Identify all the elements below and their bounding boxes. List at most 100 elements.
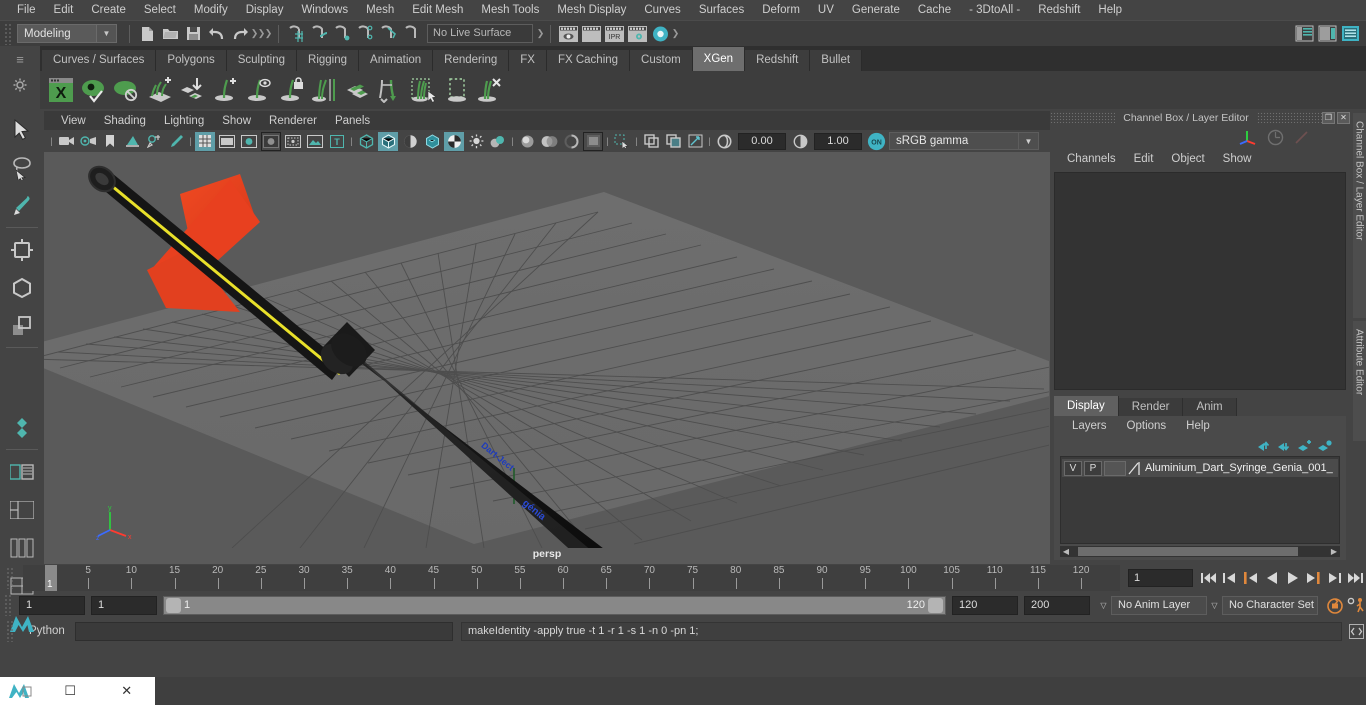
- current-frame-field[interactable]: 1: [1128, 569, 1193, 587]
- maya-app-icon[interactable]: [0, 681, 42, 701]
- animation-end-field[interactable]: 200: [1024, 595, 1090, 615]
- rotate-tool-icon[interactable]: [2, 269, 42, 306]
- shelf-tabs-menu-icon[interactable]: ≡: [0, 46, 40, 72]
- chevron-down-icon[interactable]: ▼: [1019, 132, 1039, 150]
- shelf-tab-fx[interactable]: FX: [509, 50, 547, 71]
- time-slider-grip[interactable]: [6, 567, 15, 589]
- menu-mesh-tools[interactable]: Mesh Tools: [472, 0, 548, 20]
- screen-space-ao-icon[interactable]: [517, 132, 537, 151]
- 3d-viewport[interactable]: génia Dart-Ject y x z persp: [44, 152, 1050, 564]
- menu-deform[interactable]: Deform: [753, 0, 809, 20]
- display-layer-list[interactable]: V P Aluminium_Dart_Syringe_Genia_001_: [1060, 456, 1340, 544]
- scroll-left-arrow-icon[interactable]: ◀: [1060, 547, 1072, 556]
- sidebar-toggle-icon[interactable]: [1294, 23, 1315, 44]
- status-collapser-5[interactable]: ❯: [672, 25, 680, 43]
- render-current-frame-icon[interactable]: [558, 23, 579, 44]
- viewport-menu-renderer[interactable]: Renderer: [260, 115, 326, 127]
- undock-icon[interactable]: ❐: [1322, 111, 1335, 124]
- select-tool-icon[interactable]: [2, 111, 42, 148]
- menu-3dtoall[interactable]: - 3DtoAll -: [960, 0, 1029, 20]
- undo-icon[interactable]: [206, 23, 227, 44]
- move-tool-icon[interactable]: [2, 231, 42, 268]
- viewport-menu-lighting[interactable]: Lighting: [155, 115, 213, 127]
- play-forwards-icon[interactable]: [1282, 567, 1303, 589]
- snap-to-point-icon[interactable]: [332, 23, 353, 44]
- new-layer-from-selected-icon[interactable]: [1314, 437, 1334, 455]
- xgen-mirror-guide-icon[interactable]: [308, 73, 341, 107]
- snap-to-curve-icon[interactable]: [309, 23, 330, 44]
- viewport-menu-shading[interactable]: Shading: [95, 115, 155, 127]
- shelf-tab-xgen[interactable]: XGen: [692, 47, 746, 71]
- shelf-tab-rigging[interactable]: Rigging: [297, 50, 360, 71]
- shelf-tab-polygons[interactable]: Polygons: [156, 50, 227, 71]
- menu-display[interactable]: Display: [237, 0, 293, 20]
- layer-list-horizontal-scrollbar[interactable]: ◀ ▶: [1060, 546, 1340, 557]
- range-end-field[interactable]: 120: [952, 595, 1018, 615]
- xgen-preview-off-icon[interactable]: [110, 73, 143, 107]
- xgen-editor-icon[interactable]: X: [44, 73, 77, 107]
- shadows-icon[interactable]: [488, 132, 508, 151]
- ipr-render-icon[interactable]: IPR: [604, 23, 625, 44]
- layer-tab-anim[interactable]: Anim: [1183, 398, 1237, 416]
- wireframe-icon[interactable]: [356, 132, 376, 151]
- menu-cache[interactable]: Cache: [909, 0, 960, 20]
- character-set-selector[interactable]: No Character Set: [1222, 595, 1318, 615]
- isolate-select-icon[interactable]: [612, 132, 632, 151]
- shelf-tab-rendering[interactable]: Rendering: [433, 50, 510, 71]
- anim-layer-dropdown-icon[interactable]: ▽: [1096, 596, 1111, 615]
- script-editor-icon[interactable]: [1346, 621, 1366, 641]
- open-scene-icon[interactable]: [160, 23, 181, 44]
- gate-mask-icon[interactable]: [261, 131, 281, 151]
- hypershade-icon[interactable]: [650, 23, 671, 44]
- move-layer-down-icon[interactable]: [1274, 437, 1294, 455]
- grid-toggle-icon[interactable]: [195, 131, 215, 151]
- shelf-tab-redshift[interactable]: Redshift: [745, 50, 811, 71]
- layer-color-swatch[interactable]: [1104, 460, 1126, 476]
- range-slider-grip[interactable]: [4, 594, 13, 616]
- snap-to-grid-icon[interactable]: [286, 23, 307, 44]
- go-to-end-icon[interactable]: [1345, 567, 1366, 589]
- menu-surfaces[interactable]: Surfaces: [690, 0, 753, 20]
- paint-select-tool-icon[interactable]: [2, 187, 42, 224]
- text-overlay-icon[interactable]: T: [327, 132, 347, 151]
- step-forward-frame-icon[interactable]: [1303, 567, 1324, 589]
- viewport-menu-show[interactable]: Show: [213, 115, 260, 127]
- exposure-field[interactable]: 0.00: [738, 132, 786, 150]
- texture-checker-icon[interactable]: [444, 131, 464, 151]
- film-origin-icon[interactable]: [283, 132, 303, 151]
- menu-windows[interactable]: Windows: [292, 0, 357, 20]
- anim-layer-selector[interactable]: No Anim Layer: [1111, 595, 1207, 615]
- range-left-handle[interactable]: [166, 597, 181, 613]
- x-ray-joints-icon[interactable]: [663, 132, 683, 151]
- time-slider[interactable]: 1 5 10 15 20 25 30 35 40 45 50 55 60 65 70 75 80 85 90 95 1…: [23, 565, 1120, 591]
- shelf-tab-curves-surfaces[interactable]: Curves / Surfaces: [42, 50, 157, 71]
- xgen-sculpt-icon[interactable]: [341, 73, 374, 107]
- menu-modify[interactable]: Modify: [185, 0, 237, 20]
- snap-to-projected-center-icon[interactable]: [355, 23, 376, 44]
- menu-select[interactable]: Select: [135, 0, 185, 20]
- xgen-delete-guide-icon[interactable]: [473, 73, 506, 107]
- menu-generate[interactable]: Generate: [843, 0, 909, 20]
- smooth-shade-icon[interactable]: [378, 131, 398, 151]
- menu-curves[interactable]: Curves: [635, 0, 689, 20]
- menu-edit[interactable]: Edit: [45, 0, 83, 20]
- scrollbar-thumb[interactable]: [1078, 547, 1298, 556]
- xgen-lock-guide-icon[interactable]: [275, 73, 308, 107]
- film-gate-icon[interactable]: [217, 132, 237, 151]
- step-back-keyframe-icon[interactable]: [1219, 567, 1240, 589]
- contrast-icon[interactable]: [790, 132, 810, 151]
- layer-visibility-toggle[interactable]: V: [1064, 460, 1082, 476]
- layer-menu-help[interactable]: Help: [1176, 420, 1220, 432]
- slash-gizmo-icon[interactable]: [1288, 129, 1314, 146]
- layer-tab-render[interactable]: Render: [1118, 398, 1184, 416]
- lasso-select-tool-icon[interactable]: [2, 149, 42, 186]
- shelf-tab-custom[interactable]: Custom: [630, 50, 693, 71]
- viewport-toolbar-collapser[interactable]: |: [48, 132, 55, 150]
- animation-preferences-icon[interactable]: [1345, 594, 1366, 616]
- select-camera-icon[interactable]: [56, 132, 76, 151]
- snap-to-view-plane-icon[interactable]: [378, 23, 399, 44]
- panel-grip-left[interactable]: [1050, 112, 1116, 123]
- menu-mesh-display[interactable]: Mesh Display: [548, 0, 635, 20]
- viewport-menu-view[interactable]: View: [52, 115, 95, 127]
- select-mode-collapser-3[interactable]: ❯: [265, 25, 273, 43]
